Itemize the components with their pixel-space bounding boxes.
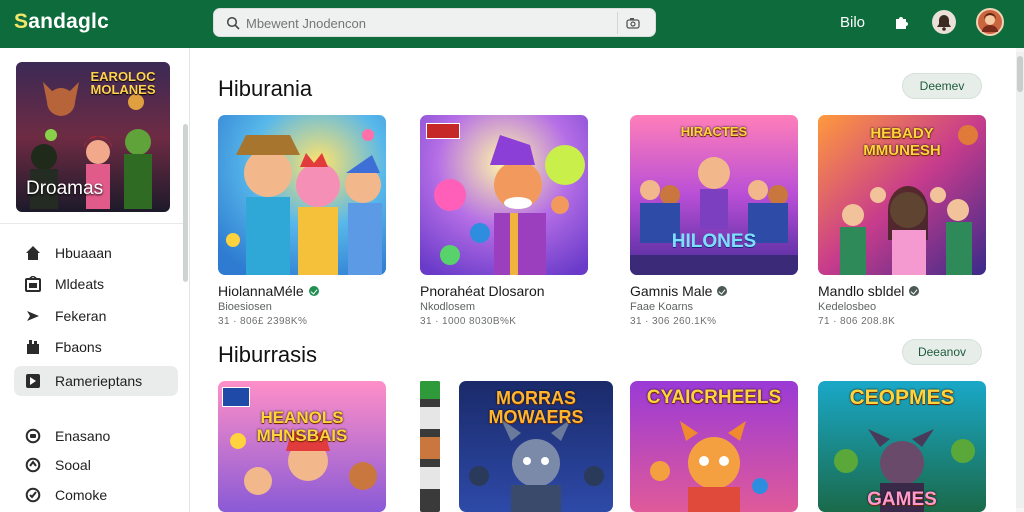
sidebar-item-check[interactable]: Comoke bbox=[14, 480, 178, 510]
home-icon bbox=[23, 243, 43, 263]
sidebar: EAROLOC MOLANES Droamas Hbuaaan Mldeats … bbox=[0, 48, 190, 512]
search-icon bbox=[226, 16, 240, 30]
search-bar bbox=[213, 8, 656, 37]
game-title[interactable]: HiolannaMéle bbox=[218, 283, 304, 299]
sidebar-item-explore[interactable]: Ramerieptans bbox=[14, 366, 178, 396]
thumbnail-title: HEBADY MMUNESH bbox=[863, 125, 941, 159]
section-title: Hiburania bbox=[218, 76, 313, 101]
sidebar-item-label: Sooal bbox=[55, 457, 91, 473]
game-card[interactable]: CYAICRHEELS bbox=[630, 381, 798, 512]
see-more-button[interactable]: Deemev bbox=[902, 73, 982, 99]
game-thumbnail[interactable] bbox=[420, 381, 440, 512]
game-meta: 71 · 806 208.8K bbox=[818, 316, 896, 327]
search-input[interactable] bbox=[246, 12, 616, 34]
sidebar-divider bbox=[0, 223, 183, 224]
sidebar-item-social[interactable]: Sooal bbox=[14, 450, 178, 480]
game-card[interactable]: Pnorahéat Dlosaron Nkodlosem 31 · 1000 8… bbox=[420, 115, 588, 327]
game-meta: 31 · 306 260.1K% bbox=[630, 316, 717, 327]
app-logo[interactable]: Sandaglc bbox=[14, 10, 109, 34]
game-card[interactable]: CEOPMES GAMES bbox=[818, 381, 986, 512]
chat-icon bbox=[23, 426, 43, 446]
see-more-button[interactable]: Deeanov bbox=[902, 339, 982, 365]
library-icon bbox=[23, 337, 43, 357]
verified-icon bbox=[909, 286, 920, 296]
verified-icon bbox=[717, 286, 728, 296]
game-thumbnail[interactable]: MORRAS MOWAERS bbox=[459, 381, 613, 512]
game-meta: 31 · 806£ 2398K% bbox=[218, 316, 308, 327]
notification-icon[interactable] bbox=[932, 10, 956, 34]
game-developer: Faae Koarns bbox=[630, 301, 693, 313]
thumbnail-subtitle: HILONES bbox=[671, 231, 757, 252]
sidebar-item-label: Ramerieptans bbox=[55, 373, 143, 389]
game-thumbnail[interactable]: HEANOLS MHNSBAIS bbox=[218, 381, 386, 512]
section-title: Hiburrasis bbox=[218, 342, 318, 367]
game-card[interactable]: HEBADY MMUNESH Mandlo sbldel Kedelosbeo 7… bbox=[818, 115, 986, 327]
featured-banner[interactable]: EAROLOC MOLANES Droamas bbox=[16, 62, 170, 212]
sidebar-item-chat[interactable]: Enasano bbox=[14, 421, 178, 451]
game-thumbnail[interactable] bbox=[420, 115, 588, 275]
game-thumbnail[interactable]: HIRACTES HILONES bbox=[630, 115, 798, 275]
game-developer: Bioesiosen bbox=[218, 301, 272, 313]
thumbnail-title: CYAICRHEELS bbox=[646, 387, 782, 408]
sidebar-item-label: Fekeran bbox=[55, 308, 107, 324]
main-scrollbar[interactable] bbox=[1016, 52, 1024, 508]
thumbnail-subtitle: GAMES bbox=[867, 489, 937, 510]
camera-icon[interactable] bbox=[617, 12, 647, 34]
featured-caption: Droamas bbox=[26, 178, 104, 199]
game-thumbnail[interactable]: CYAICRHEELS bbox=[630, 381, 798, 512]
game-title[interactable]: Mandlo sbldel bbox=[818, 283, 904, 299]
sidebar-item-label: Hbuaaan bbox=[55, 245, 112, 261]
main-content: Hiburania Deemev HiolannaMéle Bioesiosen… bbox=[190, 48, 1016, 512]
explore-icon bbox=[23, 371, 43, 391]
game-thumbnail[interactable] bbox=[218, 115, 386, 275]
top-bar: Sandaglc Bilo bbox=[0, 0, 1024, 48]
puzzle-icon[interactable] bbox=[890, 10, 914, 34]
top-nav-link[interactable]: Bilo bbox=[840, 14, 865, 31]
game-card-partial[interactable] bbox=[420, 381, 440, 512]
game-thumbnail[interactable]: CEOPMES GAMES bbox=[818, 381, 986, 512]
game-title[interactable]: Pnorahéat Dlosaron bbox=[420, 283, 545, 299]
sidebar-scrollbar[interactable] bbox=[183, 124, 188, 282]
media-icon bbox=[23, 274, 43, 294]
game-card[interactable]: HEANOLS MHNSBAIS bbox=[218, 381, 386, 512]
game-developer: Kedelosbeo bbox=[818, 301, 877, 313]
sidebar-item-library[interactable]: Fbaons bbox=[14, 332, 178, 362]
game-meta: 31 · 1000 8030B%K bbox=[420, 316, 517, 327]
social-icon bbox=[23, 455, 43, 475]
scrollbar-thumb[interactable] bbox=[1017, 56, 1023, 92]
brand-letter: S bbox=[14, 10, 29, 33]
verified-icon bbox=[308, 286, 319, 296]
thumbnail-title: HEANOLS MHNSBAIS bbox=[256, 408, 348, 445]
featured-header: EAROLOC MOLANES bbox=[90, 69, 156, 97]
thumbnail-title: MORRAS MOWAERS bbox=[488, 388, 584, 427]
game-thumbnail[interactable]: HEBADY MMUNESH bbox=[818, 115, 986, 275]
thumbnail-title: CEOPMES bbox=[849, 386, 955, 409]
game-card[interactable]: HiolannaMéle Bioesiosen 31 · 806£ 2398K% bbox=[218, 115, 386, 327]
sidebar-item-home[interactable]: Hbuaaan bbox=[14, 238, 178, 268]
check-icon bbox=[23, 485, 43, 505]
game-title[interactable]: Gamnis Male bbox=[630, 283, 712, 299]
sidebar-item-label: Enasano bbox=[55, 428, 111, 444]
sidebar-item-send[interactable]: Fekeran bbox=[14, 301, 178, 331]
sidebar-item-label: Fbaons bbox=[55, 339, 102, 355]
game-card[interactable]: MORRAS MOWAERS bbox=[459, 381, 613, 512]
sidebar-item-label: Mldeats bbox=[55, 276, 105, 292]
game-developer: Nkodlosem bbox=[420, 301, 476, 313]
game-card[interactable]: HIRACTES HILONES Gamnis Male Faae Koarns… bbox=[630, 115, 798, 327]
send-icon bbox=[23, 306, 43, 326]
brand-name: andaglc bbox=[28, 10, 109, 33]
profile-avatar[interactable] bbox=[976, 8, 1004, 36]
sidebar-item-label: Comoke bbox=[55, 487, 108, 503]
sidebar-item-media[interactable]: Mldeats bbox=[14, 269, 178, 299]
thumbnail-title: HIRACTES bbox=[680, 124, 748, 139]
